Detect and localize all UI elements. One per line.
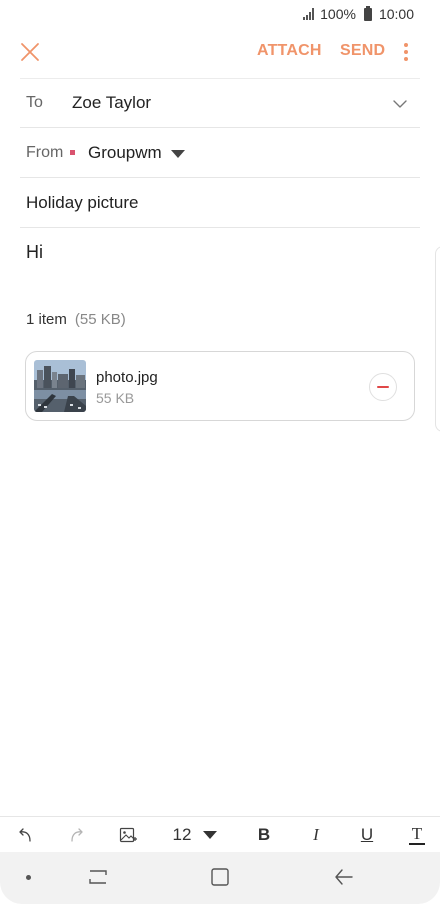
from-account[interactable]: Groupwm	[88, 143, 162, 163]
battery-percent: 100%	[320, 6, 356, 22]
close-icon[interactable]	[18, 40, 42, 64]
clock: 10:00	[378, 6, 414, 22]
dot-icon[interactable]	[16, 865, 40, 889]
edge-panel-handle[interactable]	[435, 246, 440, 432]
recent-apps-icon[interactable]	[86, 865, 110, 889]
font-size-value: 12	[172, 825, 192, 844]
from-field[interactable]: From Groupwm	[20, 128, 420, 178]
chevron-down-icon[interactable]	[392, 96, 408, 112]
insert-image-icon[interactable]	[116, 823, 140, 847]
attachment-file-size: 55 KB	[96, 390, 135, 406]
italic-button[interactable]: I	[304, 823, 328, 847]
battery-icon	[363, 5, 372, 21]
app-bar: ATTACH SEND	[0, 28, 440, 76]
status-bar: 100% 10:00	[0, 0, 440, 28]
home-icon[interactable]	[208, 865, 232, 889]
account-color-dot	[70, 150, 75, 155]
underline-button[interactable]: U	[355, 823, 379, 847]
text-color-button[interactable]: T	[405, 823, 429, 847]
signal-icon	[303, 8, 315, 20]
attachment-count: 1 item	[26, 311, 67, 328]
from-label: From	[26, 143, 64, 161]
remove-attachment-icon[interactable]	[369, 373, 397, 401]
send-button[interactable]: SEND	[340, 42, 385, 60]
to-label: To	[26, 94, 43, 111]
font-size-selector[interactable]: 12	[170, 823, 220, 847]
redo-icon[interactable]	[64, 823, 88, 847]
subject-input[interactable]: Holiday picture	[20, 193, 138, 213]
attach-button[interactable]: ATTACH	[257, 42, 322, 60]
navigation-bar	[0, 852, 440, 904]
text-color-swatch	[409, 843, 425, 845]
attachment-item[interactable]: photo.jpg 55 KB	[25, 351, 415, 421]
subject-field[interactable]: Holiday picture	[20, 178, 420, 228]
photo-thumbnail	[34, 360, 86, 412]
bold-button[interactable]: B	[252, 823, 276, 847]
format-toolbar: 12 B I U T	[0, 816, 440, 852]
attachment-summary: 1 item (55 KB)	[26, 311, 126, 328]
recipient-chip[interactable]: Zoe Taylor	[72, 93, 151, 113]
attachment-file-name: photo.jpg	[96, 369, 158, 386]
more-vertical-icon[interactable]	[398, 40, 414, 64]
caret-down-icon	[203, 831, 218, 839]
to-field[interactable]: To Zoe Taylor	[20, 78, 420, 128]
back-icon[interactable]	[332, 865, 356, 889]
message-body[interactable]: Hi	[26, 242, 43, 263]
undo-icon[interactable]	[14, 823, 38, 847]
attachment-total-size: (55 KB)	[74, 311, 126, 328]
caret-down-icon[interactable]	[170, 149, 185, 158]
